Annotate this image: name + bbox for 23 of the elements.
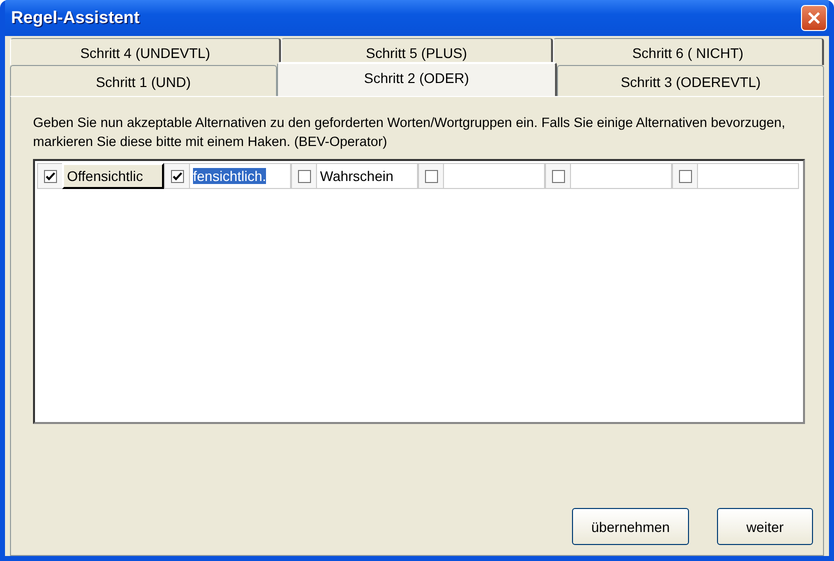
checkbox[interactable] — [298, 170, 310, 182]
instructions: Geben Sie nun akzeptable Alternativen zu den geforderten Worten/Wortgruppen ein. Falls Sie einige Alternativen bevorzugen, markieren Sie diese bitte mit einem Haken. (BEV-Operator) — [33, 114, 786, 151]
alternative-field[interactable] — [570, 163, 672, 189]
checkbox[interactable] — [170, 170, 184, 182]
tab[interactable]: Schritt 6 ( NICHT) — [552, 38, 824, 65]
checkbox[interactable] — [678, 170, 692, 182]
alternative-field[interactable] — [697, 163, 799, 189]
checkbox[interactable] — [552, 170, 564, 182]
close-button[interactable] — [801, 5, 827, 31]
checkbox[interactable] — [424, 170, 438, 182]
tab[interactable]: Schritt 3 (ODEREVTL) — [557, 65, 824, 96]
window-title: Regel-Assistent — [11, 8, 140, 28]
apply-button[interactable]: übernehmen — [572, 508, 689, 545]
tab[interactable]: Schritt 4 (UNDEVTL) — [10, 38, 282, 65]
alternative-field[interactable]: fensichtlich. — [189, 163, 291, 189]
close-icon — [807, 11, 821, 25]
checkbox[interactable] — [44, 170, 56, 182]
alternative-field[interactable]: Wahrschein — [316, 163, 418, 189]
alternative-cell[interactable]: Offensichtlic — [62, 163, 164, 189]
alternative-field[interactable] — [443, 163, 545, 189]
next-button[interactable]: weiter — [717, 508, 813, 545]
tab[interactable]: Schritt 2 (ODER) — [276, 62, 558, 96]
tab[interactable]: Schritt 1 (UND) — [10, 65, 277, 96]
